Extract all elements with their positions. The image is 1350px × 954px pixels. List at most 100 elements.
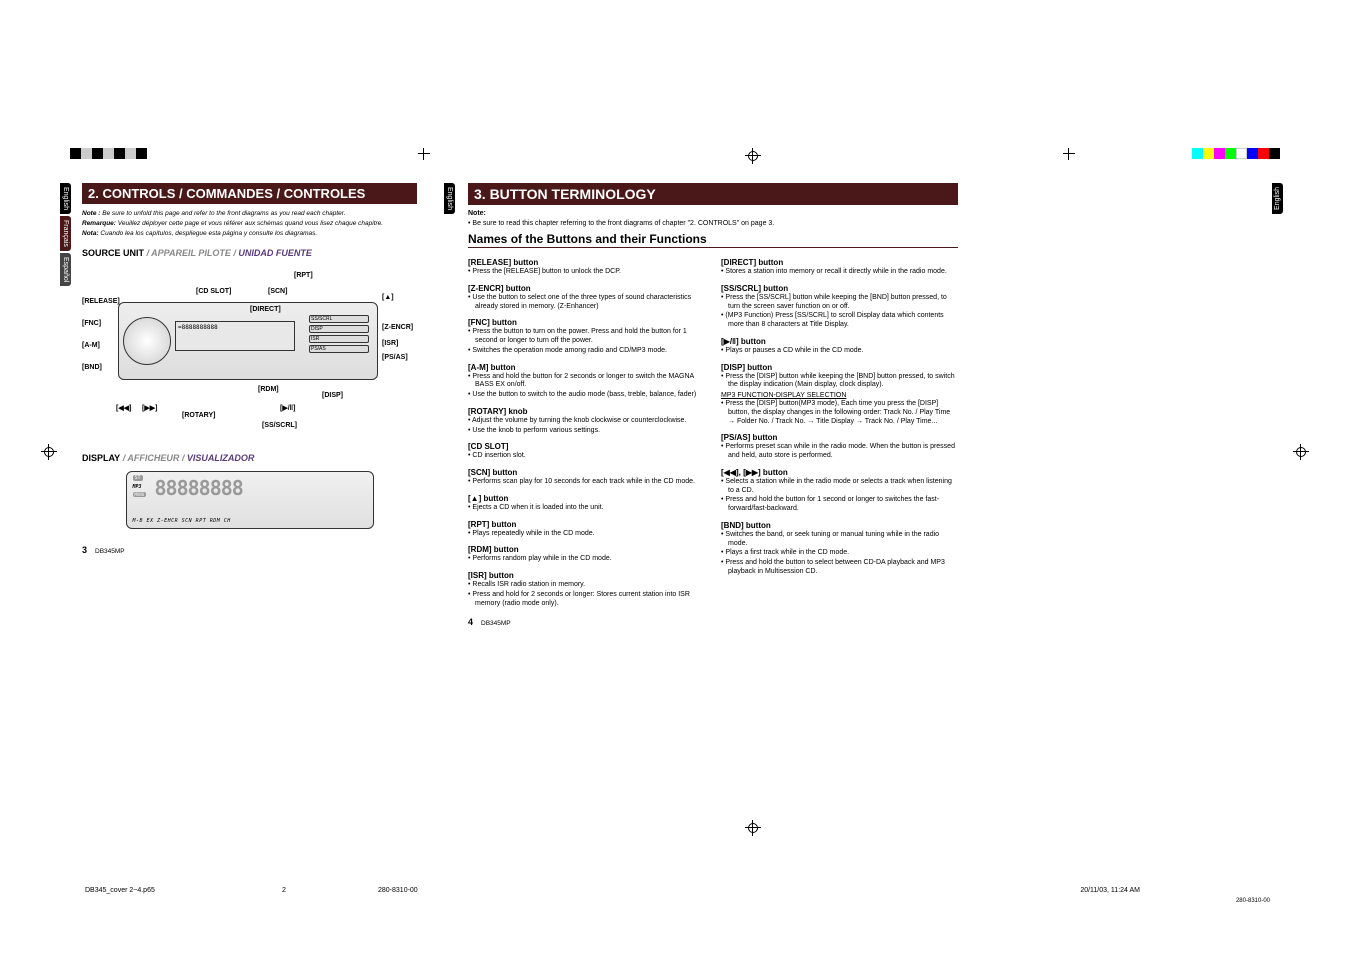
button-desc: (MP3 Function) Press [SS/SCRL] to scroll…	[721, 312, 958, 330]
lang-tabs-left: English Français Español	[60, 183, 78, 288]
page-number-3: 3DB345MP	[82, 545, 125, 555]
button-heading: [ISR] button	[468, 571, 705, 580]
registration-mark	[1293, 444, 1309, 460]
button-desc: Performs random play while in the CD mod…	[468, 555, 705, 564]
source-unit-diagram: =8888888888 SS/SCRLDISPISRPS/AS [CD SLOT…	[82, 264, 417, 429]
button-desc: Press the [DISP] button(MP3 mode), Each …	[721, 400, 958, 426]
button-desc: Press and hold the button to select betw…	[721, 559, 958, 577]
note-body: • Be sure to read this chapter referring…	[468, 220, 958, 227]
column-left: [RELEASE] buttonPress the [RELEASE] butt…	[468, 251, 705, 609]
footer-timestamp: 20/11/03, 11:24 AM	[1080, 887, 1140, 894]
button-desc: Plays or pauses a CD while in the CD mod…	[721, 347, 958, 356]
source-unit-heading: SOURCE UNIT / APPAREIL PILOTE / UNIDAD F…	[82, 248, 417, 258]
button-heading: [RPT] button	[468, 520, 705, 529]
crop-mark	[1063, 148, 1075, 160]
button-heading: [FNC] button	[468, 318, 705, 327]
crop-mark	[418, 148, 430, 160]
label-rpt: [RPT]	[294, 272, 313, 279]
button-desc: Switches the band, or seek tuning or man…	[721, 531, 958, 549]
footer-page: 2	[282, 887, 286, 894]
label-zencr: [Z-ENCR]	[382, 324, 413, 331]
button-desc: Press the [RELEASE] button to unlock the…	[468, 268, 705, 277]
preset-buttons-graphic: SS/SCRLDISPISRPS/AS	[309, 313, 369, 355]
lcd-segments: 88888888	[155, 476, 243, 500]
lang-tabs-mid: English	[444, 183, 462, 216]
grayscale-bar	[70, 148, 147, 159]
button-desc: Press the [SS/SCRL] button while keeping…	[721, 294, 958, 312]
label-ssscrl: [SS/SCRL]	[262, 422, 297, 429]
lang-tab-en: English	[444, 183, 455, 214]
label-eject: [▲]	[382, 294, 394, 301]
button-desc: CD insertion slot.	[468, 452, 705, 461]
section-title-controls: 2. CONTROLS / COMMANDES / CONTROLES	[82, 183, 417, 204]
registration-mark	[745, 820, 761, 836]
button-heading: [RDM] button	[468, 545, 705, 554]
button-desc: Adjust the volume by turning the knob cl…	[468, 417, 705, 426]
names-heading: Names of the Buttons and their Functions	[468, 232, 958, 248]
button-heading: [PS/AS] button	[721, 433, 958, 442]
button-desc: Plays a first track while in the CD mode…	[721, 549, 958, 558]
color-bar	[1192, 148, 1280, 159]
label-bnd: [BND]	[82, 364, 102, 371]
label-release: [RELEASE]	[82, 298, 120, 305]
button-heading: [DIRECT] button	[721, 258, 958, 267]
button-desc: Recalls ISR radio station in memory.	[468, 581, 705, 590]
registration-mark	[745, 148, 761, 164]
page-controls: 2. CONTROLS / COMMANDES / CONTROLES Note…	[82, 183, 417, 537]
lang-tab-en: English	[60, 183, 71, 214]
lang-tab-es: Español	[60, 253, 71, 286]
button-desc: Performs scan play for 10 seconds for ea…	[468, 478, 705, 487]
column-right: [DIRECT] buttonStores a station into mem…	[721, 251, 958, 609]
label-scn: [SCN]	[268, 288, 287, 295]
button-heading: [SCN] button	[468, 468, 705, 477]
label-am: [A-M]	[82, 342, 100, 349]
label-isr: [ISR]	[382, 340, 398, 347]
section-title-terminology: 3. BUTTON TERMINOLOGY	[468, 183, 958, 205]
button-desc: Plays repeatedly while in the CD mode.	[468, 530, 705, 539]
button-desc: Use the knob to perform various settings…	[468, 427, 705, 436]
button-heading: [▶/‖] button	[721, 337, 958, 346]
footer-job2: 280-8310-00	[1236, 898, 1270, 904]
button-desc: Press and hold the button for 1 second o…	[721, 496, 958, 514]
page-number-4: 4DB345MP	[468, 617, 511, 627]
button-desc: Press the [DISP] button while keeping th…	[721, 373, 958, 391]
button-desc: Use the button to select one of the thre…	[468, 294, 705, 312]
button-heading: [DISP] button	[721, 363, 958, 372]
button-desc: Selects a station while in the radio mod…	[721, 478, 958, 496]
button-heading: [CD SLOT]	[468, 442, 705, 451]
lcd-indicators: M-B EX Z-EHCR SCN RPT RDM CH	[133, 518, 231, 524]
label-cd-slot: [CD SLOT]	[196, 288, 231, 295]
button-desc: Use the button to switch to the audio mo…	[468, 391, 705, 400]
button-desc: Press the button to turn on the power. P…	[468, 328, 705, 346]
button-desc: Ejects a CD when it is loaded into the u…	[468, 504, 705, 513]
button-heading: [▲] button	[468, 494, 705, 503]
label-rdm: [RDM]	[258, 386, 279, 393]
display-heading: DISPLAY / AFFICHEUR / VISUALIZADOR	[82, 453, 417, 463]
button-desc: Press and hold the button for 2 seconds …	[468, 373, 705, 391]
label-rotary: [ROTARY]	[182, 412, 215, 419]
button-heading: [◀◀], [▶▶] button	[721, 468, 958, 477]
footer-file: DB345_cover 2~4.p65	[85, 887, 155, 894]
label-psas: [PS/AS]	[382, 354, 408, 361]
page-button-terminology: 3. BUTTON TERMINOLOGY Note: • Be sure to…	[468, 183, 958, 609]
label-prev: [◀◀]	[116, 404, 131, 412]
button-heading: [BND] button	[721, 521, 958, 530]
label-play: [▶/‖]	[280, 404, 295, 412]
button-desc: Stores a station into memory or recall i…	[721, 268, 958, 277]
label-next: [▶▶]	[142, 404, 157, 412]
button-heading: [ROTARY] knob	[468, 407, 705, 416]
button-desc: Switches the operation mode among radio …	[468, 347, 705, 356]
button-desc: Press and hold for 2 seconds or longer: …	[468, 591, 705, 609]
button-heading: [RELEASE] button	[468, 258, 705, 267]
label-direct: [DIRECT]	[250, 306, 281, 313]
label-disp: [DISP]	[322, 392, 343, 399]
sub-heading: MP3 FUNCTION-DISPLAY SELECTION	[721, 392, 958, 399]
lang-tab-fr: Français	[60, 216, 71, 251]
button-desc: Performs preset scan while in the radio …	[721, 443, 958, 461]
note-en: Note : Be sure to unfold this page and r…	[82, 209, 417, 218]
note-es: Nota: Cuando lea los capítulos, desplieg…	[82, 229, 417, 238]
unit-screen-graphic: =8888888888	[175, 321, 295, 351]
button-heading: [A-M] button	[468, 363, 705, 372]
label-fnc: [FNC]	[82, 320, 101, 327]
registration-mark	[41, 444, 57, 460]
